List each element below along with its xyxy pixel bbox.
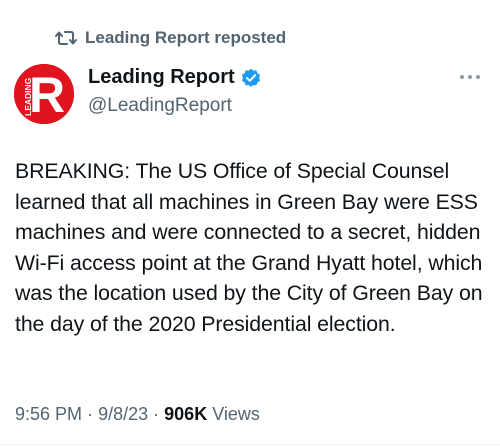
- separator: ·: [87, 404, 94, 424]
- post-date[interactable]: 9/8/23: [98, 404, 148, 424]
- author-handle[interactable]: @LeadingReport: [88, 95, 232, 117]
- views-label: Views: [212, 404, 260, 424]
- author-name-row[interactable]: Leading Report: [88, 66, 261, 89]
- leading-report-logo: R LEADING: [14, 64, 74, 124]
- more-horizontal-icon[interactable]: [458, 72, 482, 82]
- separator: ·: [153, 404, 160, 424]
- views-count: 906K: [164, 404, 208, 424]
- post-time[interactable]: 9:56 PM: [15, 404, 82, 424]
- author-name[interactable]: Leading Report: [88, 66, 235, 89]
- avatar-letter: R: [29, 67, 65, 123]
- repost-label: Leading Report reposted: [85, 28, 287, 47]
- post-metadata: 9:56 PM · 9/8/23 · 906K Views: [15, 404, 260, 425]
- repost-icon: [55, 29, 77, 47]
- repost-indicator[interactable]: Leading Report reposted: [55, 28, 286, 48]
- avatar-text: LEADING: [23, 77, 33, 116]
- post-text: BREAKING: The US Office of Special Couns…: [15, 159, 483, 336]
- verified-badge-icon: [241, 68, 261, 88]
- avatar[interactable]: R LEADING: [14, 64, 74, 124]
- divider: [0, 444, 500, 445]
